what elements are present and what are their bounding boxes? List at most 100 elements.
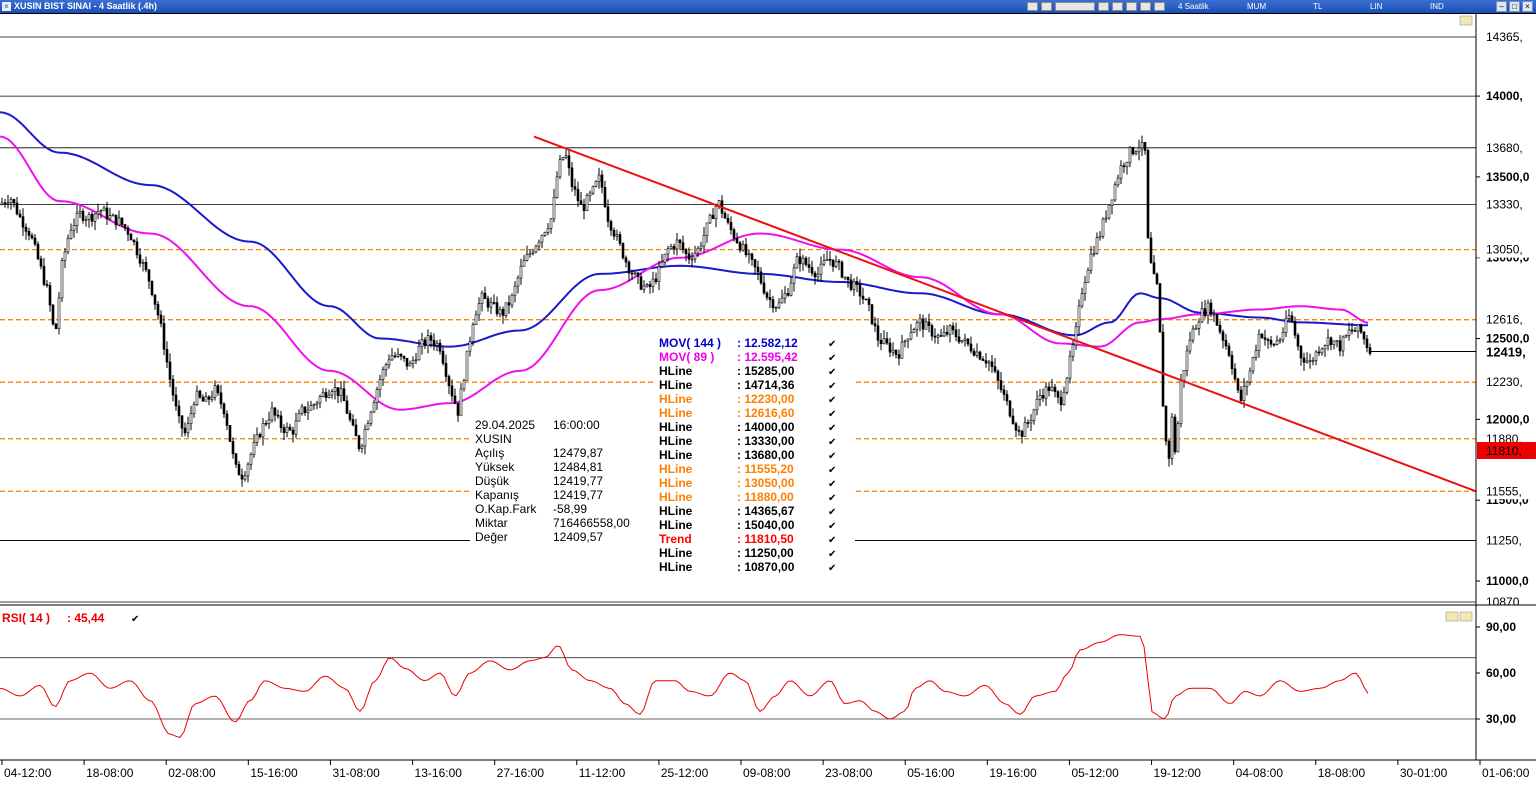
- window-titlebar[interactable]: × XUSIN BIST SINAI - 4 Saatlik (.4h) 4 S…: [0, 0, 1536, 13]
- candle-body: [423, 339, 427, 346]
- legend-label: HLine: [659, 504, 693, 518]
- candle-body: [39, 258, 43, 267]
- candle-body: [669, 246, 673, 250]
- candle-body: [1161, 331, 1165, 407]
- candle-body: [786, 293, 790, 296]
- candle-body: [360, 445, 364, 450]
- candle-body: [249, 454, 253, 465]
- candle-body: [981, 358, 985, 361]
- candle-body: [1038, 395, 1042, 400]
- candle-body: [312, 404, 316, 406]
- candle-body: [390, 355, 394, 361]
- toolbar-scale[interactable]: LIN: [1370, 0, 1382, 13]
- candle-body: [279, 415, 283, 428]
- candle-body: [813, 272, 817, 278]
- candle-body: [1053, 386, 1057, 392]
- window-menu-icon[interactable]: ×: [2, 2, 11, 11]
- toolbar-style[interactable]: MUM: [1247, 0, 1266, 13]
- candle-body: [843, 276, 847, 279]
- candle-body: [1353, 330, 1357, 332]
- x-tick-label: 09-08:00: [743, 766, 791, 780]
- legend-check-icon: ✔: [828, 535, 836, 546]
- candle-body: [489, 302, 493, 308]
- candle-body: [654, 278, 658, 282]
- candle-body: [1215, 313, 1219, 326]
- candle-body: [210, 396, 214, 400]
- toolbar-tool-icon-1[interactable]: [1027, 2, 1038, 11]
- candle-body: [966, 338, 970, 345]
- candle-body: [960, 340, 964, 343]
- candle-body: [723, 212, 727, 219]
- candle-body: [840, 261, 844, 278]
- candle-body: [690, 258, 694, 261]
- candle-body: [1254, 350, 1258, 358]
- candle-body: [504, 302, 508, 316]
- candle-body: [816, 273, 820, 278]
- candle-body: [1263, 337, 1267, 340]
- x-tick-label: 23-08:00: [825, 766, 873, 780]
- candle-body: [276, 414, 280, 417]
- candle-body: [144, 262, 148, 271]
- rsi-tick-label: 90,00: [1486, 620, 1516, 634]
- candle-body: [762, 282, 766, 294]
- candle-body: [921, 318, 925, 330]
- toolbar-period[interactable]: 4 Saatlik: [1178, 0, 1209, 13]
- toolbar-tool-icon-4[interactable]: [1112, 2, 1123, 11]
- candle-body: [1002, 389, 1006, 395]
- candle-body: [297, 413, 301, 422]
- info-time: 16:00:00: [553, 418, 600, 432]
- toolbar-tool-icon-7[interactable]: [1154, 2, 1165, 11]
- toolbar-tool-icon-5[interactable]: [1126, 2, 1137, 11]
- candle-body: [219, 392, 223, 405]
- candle-body: [432, 340, 436, 346]
- toolbar-tool-icon-2[interactable]: [1041, 2, 1052, 11]
- toolbar-indicator[interactable]: IND: [1430, 0, 1444, 13]
- close-icon[interactable]: ×: [1522, 1, 1533, 12]
- legend-check-icon: ✔: [828, 353, 836, 364]
- toolbar-tool-icon-3[interactable]: [1098, 2, 1109, 11]
- candle-body: [807, 264, 811, 268]
- candle-body: [711, 214, 715, 220]
- candle-body: [294, 420, 298, 435]
- legend-label: MOV( 89 ): [659, 350, 714, 364]
- candle-body: [213, 385, 217, 398]
- candle-body: [81, 210, 85, 221]
- candle-body: [6, 202, 10, 204]
- candle-body: [111, 214, 115, 217]
- candle-body: [702, 235, 706, 247]
- candle-body: [831, 259, 835, 267]
- rsi-bg: [0, 605, 1536, 760]
- candle-body: [579, 200, 583, 205]
- candle-body: [15, 202, 19, 215]
- candle-body: [1107, 205, 1111, 219]
- candle-body: [324, 392, 328, 398]
- candle-body: [1071, 344, 1075, 357]
- maximize-icon[interactable]: □: [1509, 1, 1520, 12]
- toolbar-currency[interactable]: TL: [1313, 0, 1322, 13]
- candle-body: [1293, 320, 1297, 336]
- toolbar-tool-icon-6[interactable]: [1140, 2, 1151, 11]
- candle-body: [858, 284, 862, 297]
- candle-body: [498, 309, 502, 315]
- toolbar-combo[interactable]: [1055, 2, 1095, 11]
- candle-body: [366, 423, 370, 430]
- candle-body: [1017, 429, 1021, 432]
- legend-value: : 10870,00: [737, 560, 795, 574]
- candle-body: [327, 394, 331, 398]
- candle-body: [339, 388, 343, 396]
- candle-body: [45, 284, 49, 286]
- minimize-icon[interactable]: –: [1496, 1, 1507, 12]
- chart-canvas[interactable]: 29.04.2025 16:00:00 XUSINAçılış 12479,87 Yük…: [0, 0, 1536, 785]
- candle-body: [990, 361, 994, 367]
- candle-body: [501, 309, 505, 316]
- candle-body: [1086, 269, 1090, 283]
- candle-body: [1011, 415, 1015, 424]
- candle-body: [1365, 338, 1369, 349]
- legend-label: HLine: [659, 462, 693, 476]
- candle-body: [216, 385, 220, 394]
- candle-body: [615, 234, 619, 237]
- candle-body: [441, 350, 445, 364]
- candle-body: [540, 234, 544, 243]
- candle-body: [1005, 394, 1009, 402]
- legend-check-icon: ✔: [828, 479, 836, 490]
